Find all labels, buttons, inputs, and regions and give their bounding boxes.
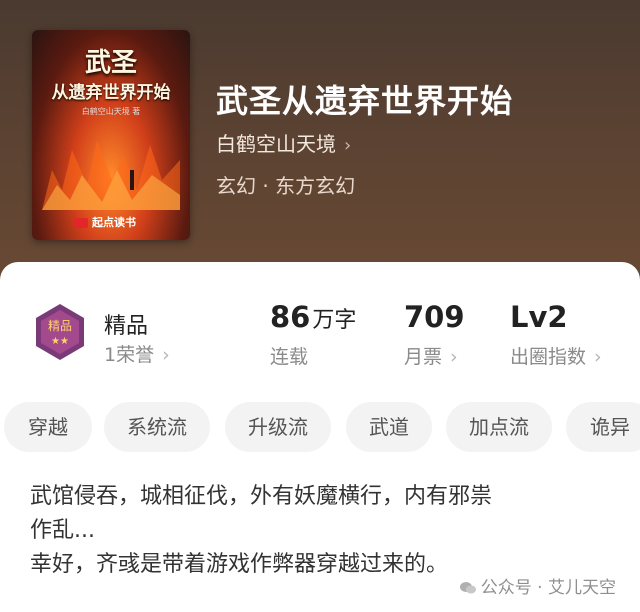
book-cover[interactable]: 武圣 从遗弃世界开始 白鹤空山天境 著 起点读书 — [32, 30, 190, 240]
watermark: 公众号 · 艾儿天空 — [454, 573, 620, 598]
svg-text:★★: ★★ — [51, 336, 69, 347]
chevron-right-icon: › — [344, 135, 352, 156]
tag-chip[interactable]: 穿越 — [4, 402, 92, 452]
cover-title-line2: 从遗弃世界开始 — [51, 83, 171, 103]
tag-list: 穿越 系统流 升级流 武道 加点流 诡异 — [0, 402, 640, 452]
cover-fire-art — [42, 140, 180, 210]
influence-index-link[interactable]: 出圈指数 › — [510, 342, 602, 369]
level-value: Lv2 — [510, 300, 568, 334]
book-header: 武圣 从遗弃世界开始 白鹤空山天境 著 起点读书 武圣从遗弃世界开始 白鹤空山天… — [0, 0, 640, 300]
cover-author: 白鹤空山天境 著 — [81, 107, 141, 116]
honor-count: 1荣誉 — [104, 344, 155, 366]
premium-badge-icon[interactable]: 精品 ★★ — [30, 302, 90, 362]
book-info-panel: 精品 ★★ 精品 1荣誉 › 86万字 连载 709 月票 › Lv2 出圈指数 › … — [0, 262, 640, 612]
influence-index-label: 出圈指数 — [510, 346, 587, 368]
word-count-value: 86 — [270, 300, 311, 334]
author-link[interactable]: 白鹤空山天境 › — [216, 128, 351, 157]
watermark-text: 公众号 · 艾儿天空 — [480, 578, 616, 598]
tag-chip[interactable]: 加点流 — [446, 402, 552, 452]
monthly-tickets-value: 709 — [404, 300, 465, 334]
serial-status: 连载 — [270, 346, 309, 368]
cover-publisher-text: 起点读书 — [92, 216, 136, 229]
wechat-icon — [459, 582, 476, 594]
tag-chip[interactable]: 诡异 — [566, 402, 640, 452]
word-count: 86万字 — [270, 300, 356, 334]
monthly-tickets-label: 月票 — [404, 346, 443, 368]
chevron-right-icon: › — [594, 346, 602, 368]
publisher-logo-icon — [74, 218, 88, 228]
author-name: 白鹤空山天境 — [216, 132, 336, 156]
badge-label: 精品 — [104, 314, 149, 339]
svg-text:精品: 精品 — [48, 319, 72, 333]
chevron-right-icon: › — [162, 344, 170, 366]
description-line: 武馆侵吞，城相征伐，外有妖魔横行，内有邪祟 — [30, 484, 493, 509]
book-title: 武圣从遗弃世界开始 — [216, 82, 514, 120]
honor-link[interactable]: 1荣誉 › — [104, 340, 170, 367]
tag-chip[interactable]: 武道 — [346, 402, 432, 452]
book-description[interactable]: 武馆侵吞，城相征伐，外有妖魔横行，内有邪祟 作乱... 幸好，齐彧是带着游戏作弊… — [30, 480, 620, 582]
description-line: 作乱... — [30, 518, 95, 543]
monthly-tickets-link[interactable]: 月票 › — [404, 342, 458, 369]
cover-title-line1: 武圣 — [84, 48, 137, 78]
tag-chip[interactable]: 系统流 — [104, 402, 210, 452]
tag-chip[interactable]: 升级流 — [225, 402, 331, 452]
chevron-right-icon: › — [450, 346, 458, 368]
word-count-unit: 万字 — [312, 308, 357, 333]
cover-publisher: 起点读书 — [74, 214, 136, 230]
book-genre[interactable]: 玄幻 · 东方玄幻 — [216, 170, 355, 199]
